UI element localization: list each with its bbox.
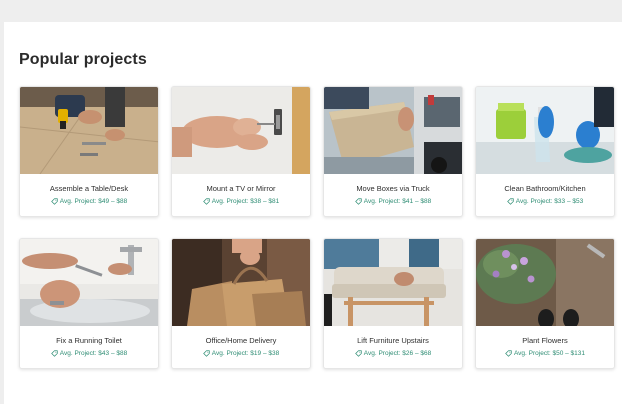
clean-bathroom-photo [476,87,614,174]
project-price-text: Avg. Project: $38 – $81 [211,197,280,205]
project-card-plant-flowers[interactable]: Plant Flowers Avg. Project: $50 – $131 [475,238,615,369]
project-title: Mount a TV or Mirror [206,183,276,193]
project-title: Lift Furniture Upstairs [357,335,429,345]
assemble-table-photo [20,87,158,174]
project-card-lift-furniture[interactable]: Lift Furniture Upstairs Avg. Project: $2… [323,238,463,369]
project-price: Avg. Project: $26 – $68 [354,349,432,357]
project-price: Avg. Project: $33 – $53 [506,197,584,205]
section-title: Popular projects [19,51,147,68]
tag-icon [50,349,58,357]
tag-icon [50,197,58,205]
project-price: Avg. Project: $50 – $131 [505,350,585,357]
tag-icon [202,197,210,205]
project-price-text: Avg. Project: $26 – $68 [363,349,432,357]
project-price: Avg. Project: $19 – $38 [202,349,280,357]
project-title: Fix a Running Toilet [56,335,122,345]
move-boxes-photo [324,87,462,174]
projects-grid: Assemble a Table/Desk Avg. Project: $49 … [19,86,616,369]
project-card-mount-tv[interactable]: Mount a TV or Mirror Avg. Project: $38 –… [171,86,311,217]
project-price: Avg. Project: $49 – $88 [50,197,128,205]
project-price-text: Avg. Project: $33 – $53 [515,197,584,205]
project-price: Avg. Project: $41 – $88 [354,197,432,205]
fix-toilet-photo [20,239,158,326]
tag-icon [354,197,362,205]
project-card-clean-bathroom[interactable]: Clean Bathroom/Kitchen Avg. Project: $33… [475,86,615,217]
project-title: Move Boxes via Truck [356,183,430,193]
project-price-text: Avg. Project: $43 – $88 [59,349,128,357]
project-price-text: Avg. Project: $41 – $88 [363,197,432,205]
project-card-fix-toilet[interactable]: Fix a Running Toilet Avg. Project: $43 –… [19,238,159,369]
project-card-assemble-table[interactable]: Assemble a Table/Desk Avg. Project: $49 … [19,86,159,217]
project-title: Assemble a Table/Desk [49,183,129,193]
project-card-delivery[interactable]: Office/Home Delivery Avg. Project: $19 –… [171,238,311,369]
mount-tv-photo [172,87,310,174]
project-title: Plant Flowers [522,335,568,345]
project-card-move-boxes[interactable]: Move Boxes via Truck Avg. Project: $41 –… [323,86,463,217]
project-price: Avg. Project: $43 – $88 [50,349,128,357]
tag-icon [202,349,210,357]
project-price: Avg. Project: $38 – $81 [202,197,280,205]
project-title: Clean Bathroom/Kitchen [504,183,586,193]
lift-furniture-photo [324,239,462,326]
tag-icon [506,197,514,205]
delivery-photo [172,239,310,326]
project-title: Office/Home Delivery [205,335,277,345]
project-price-text: Avg. Project: $50 – $131 [513,349,586,357]
tag-icon [505,349,512,357]
project-price-text: Avg. Project: $19 – $38 [211,349,280,357]
project-price-text: Avg. Project: $49 – $88 [59,197,128,205]
tag-icon [354,349,362,357]
plant-flowers-photo [476,239,614,326]
